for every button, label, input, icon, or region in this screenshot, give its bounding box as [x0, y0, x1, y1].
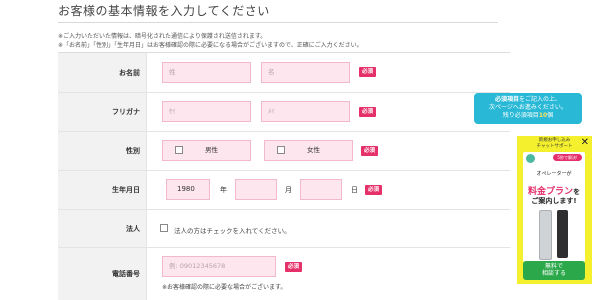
plan-highlight-suffix: を	[573, 188, 580, 196]
tooltip-line3-suffix: 個	[547, 112, 554, 119]
birth-day-input[interactable]	[300, 179, 342, 200]
female-checkbox[interactable]	[277, 146, 285, 154]
last-name-input[interactable]: 姓	[162, 62, 251, 83]
birthday-label: 生年月日	[112, 186, 140, 194]
tooltip-line2: 次ページへお進みください。	[489, 104, 567, 111]
corporate-label-cell: 法人	[58, 210, 147, 247]
required-badge: 必須	[361, 146, 378, 156]
operator-text: オペレーターが	[536, 171, 572, 177]
gender-label: 性別	[126, 147, 140, 155]
name-row: お名前 姓 名 必須	[58, 53, 510, 93]
first-name-input[interactable]: 名	[261, 62, 350, 83]
name-label-cell: お名前	[58, 53, 147, 92]
corporate-row: 法人 法人の方はチェックを入れてください。	[58, 210, 510, 248]
water-server-image	[539, 210, 552, 260]
water-server-image	[557, 210, 568, 258]
birthday-label-cell: 生年月日	[58, 171, 147, 209]
gender-female-option[interactable]: 女性	[264, 140, 353, 161]
furigana-row: フリガナ ｾｲ ﾒｲ 必須	[58, 93, 510, 132]
tooltip-required-bold: 必須項目	[494, 96, 519, 103]
page-title: お客様の基本情報を入力してください	[58, 4, 270, 18]
banner-content: 5秒で解決! オペレーターが 料金プランを ご案内します!	[523, 152, 585, 262]
chat-support-banner[interactable]: 新規お申し込み チャットサポート ✕ 5秒で解決! オペレーターが 料金プランを…	[517, 136, 592, 284]
last-name-kana-input[interactable]: ｾｲ	[162, 101, 251, 122]
corporate-checkbox-text: 法人の方はチェックを入れてください。	[174, 227, 291, 235]
button-line1: 無料で	[544, 263, 563, 270]
phone-row: 電話番号 例: 09012345678 必須 ※お客様確認の際に必要な場合がござ…	[58, 248, 510, 300]
year-unit: 年	[220, 186, 227, 194]
tooltip-line3-prefix: 残り必須項目	[502, 112, 539, 119]
birth-month-input[interactable]	[235, 179, 277, 200]
phone-input[interactable]: 例: 09012345678	[162, 256, 276, 277]
name-label: お名前	[119, 68, 140, 77]
furigana-label: フリガナ	[112, 108, 140, 116]
birth-year-input[interactable]: 1980	[166, 179, 210, 200]
male-label: 男性	[205, 146, 218, 154]
title-divider	[58, 22, 498, 23]
month-unit: 月	[285, 186, 292, 194]
tooltip-line1: をご記入の上、	[519, 96, 562, 103]
birthday-row: 生年月日 1980 年 月 日 必須	[58, 171, 510, 210]
security-note: ※ご入力いただいた情報は、暗号化された通信により保護され送信されます。	[58, 33, 267, 40]
free-consult-button[interactable]: 無料で 相談する	[523, 261, 585, 280]
corporate-checkbox[interactable]	[160, 224, 168, 232]
five-second-badge: 5秒で解決!	[553, 154, 582, 161]
corporate-label: 法人	[126, 224, 140, 233]
female-label: 女性	[307, 146, 320, 154]
gender-male-option[interactable]: 男性	[162, 140, 251, 161]
required-badge: 必須	[359, 107, 376, 117]
required-badge: 必須	[365, 185, 382, 195]
first-name-kana-input[interactable]: ﾒｲ	[261, 101, 350, 122]
guide-text: ご案内します!	[531, 197, 577, 205]
required-badge: 必須	[285, 262, 302, 272]
day-unit: 日	[351, 186, 358, 194]
required-fields-tooltip: 必須項目をご記入の上、 次ページへお進みください。 残り必須項目10個	[474, 93, 582, 124]
brand-logo-icon	[526, 154, 535, 163]
accuracy-note: ※「お名前」「性別」「生年月日」はお客様確認の際に必要になる場合がございますので…	[58, 42, 363, 49]
furigana-label-cell: フリガナ	[58, 93, 147, 131]
male-checkbox[interactable]	[175, 146, 183, 154]
remaining-count: 10	[538, 112, 548, 119]
phone-note: ※お客様確認の際に必要な場合がございます。	[162, 284, 287, 291]
required-badge: 必須	[359, 67, 376, 77]
gender-row: 性別 男性 女性 必須	[58, 132, 510, 171]
button-line2: 相談する	[541, 270, 566, 277]
customer-form: お名前 姓 名 必須 フリガナ ｾｲ ﾒｲ 必須 性別 男性 女性 必須 生年月…	[58, 52, 510, 300]
gender-label-cell: 性別	[58, 132, 147, 170]
close-icon[interactable]: ✕	[581, 137, 589, 148]
phone-label: 電話番号	[112, 270, 140, 278]
phone-label-cell: 電話番号	[58, 248, 147, 300]
